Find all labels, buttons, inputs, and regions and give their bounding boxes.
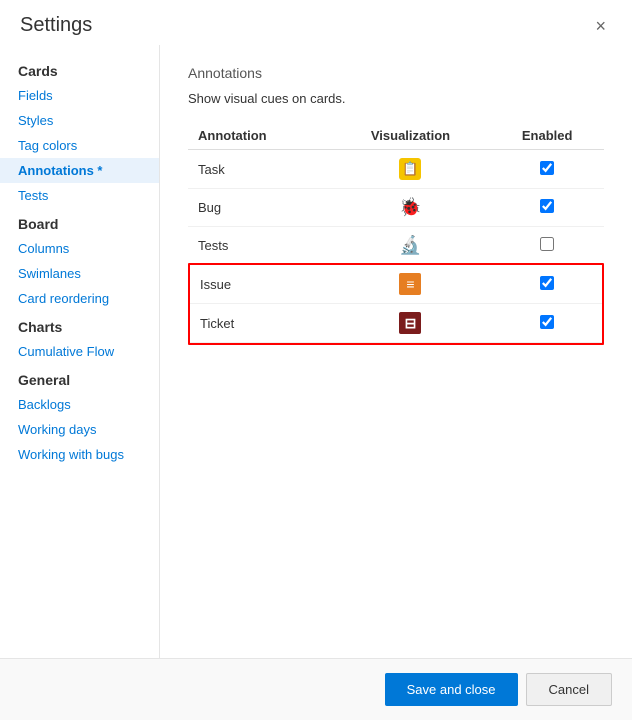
annotation-name: Bug [188,189,331,227]
annotation-visualization: 🔬 [331,227,491,265]
settings-dialog: Settings × Cards Fields Styles Tag color… [0,0,632,720]
table-header-row: Annotation Visualization Enabled [188,122,604,150]
ticket-icon: ⊟ [399,312,421,334]
table-row: Bug 🐞 [188,189,604,227]
sidebar-item-backlogs[interactable]: Backlogs [0,392,159,417]
sidebar-item-tag-colors[interactable]: Tag colors [0,133,159,158]
sidebar-item-annotations[interactable]: Annotations * [0,158,159,183]
sidebar-item-styles[interactable]: Styles [0,108,159,133]
annotation-enabled-cell [490,150,604,189]
sidebar-item-cumulative-flow[interactable]: Cumulative Flow [0,339,159,364]
dialog-footer: Save and close Cancel [0,658,632,720]
tests-enabled-checkbox[interactable] [540,237,554,251]
issue-icon: ≡ [399,273,421,295]
annotation-enabled-cell [490,227,604,265]
tests-icon: 🔬 [399,235,421,256]
bug-icon: 🐞 [399,197,421,218]
sidebar-section-charts: Charts [0,311,159,339]
main-content: Annotations Show visual cues on cards. A… [160,45,632,658]
annotation-visualization: ≡ [331,265,491,304]
col-annotation-header: Annotation [188,122,331,150]
sidebar-item-working-with-bugs[interactable]: Working with bugs [0,442,159,467]
sidebar-item-swimlanes[interactable]: Swimlanes [0,261,159,286]
table-row-highlighted: Ticket ⊟ [188,304,604,343]
bug-enabled-checkbox[interactable] [540,199,554,213]
annotations-table: Annotation Visualization Enabled Task 📋 [188,122,604,343]
annotation-enabled-cell [490,265,604,304]
cancel-button[interactable]: Cancel [526,673,612,706]
table-row-highlighted: Issue ≡ [188,265,604,304]
annotation-visualization: ⊟ [331,304,491,343]
annotation-name: Task [188,150,331,189]
save-and-close-button[interactable]: Save and close [385,673,518,706]
table-row: Task 📋 [188,150,604,189]
col-enabled-header: Enabled [490,122,604,150]
annotations-table-wrapper: Annotation Visualization Enabled Task 📋 [188,122,604,343]
dialog-header: Settings × [0,0,632,45]
task-enabled-checkbox[interactable] [540,161,554,175]
section-title: Annotations [188,65,604,81]
annotation-name: Ticket [188,304,331,343]
sidebar: Cards Fields Styles Tag colors Annotatio… [0,45,160,658]
sidebar-section-cards: Cards [0,55,159,83]
annotation-enabled-cell [490,304,604,343]
task-icon: 📋 [399,158,421,180]
sidebar-item-columns[interactable]: Columns [0,236,159,261]
annotation-visualization: 🐞 [331,189,491,227]
sidebar-section-general: General [0,364,159,392]
annotation-name: Tests [188,227,331,265]
annotation-name: Issue [188,265,331,304]
dialog-title: Settings [20,14,92,37]
sidebar-item-working-days[interactable]: Working days [0,417,159,442]
annotation-visualization: 📋 [331,150,491,189]
sidebar-item-card-reordering[interactable]: Card reordering [0,286,159,311]
section-subtitle: Show visual cues on cards. [188,91,604,106]
sidebar-item-fields[interactable]: Fields [0,83,159,108]
close-button[interactable]: × [589,15,612,37]
col-visualization-header: Visualization [331,122,491,150]
table-row: Tests 🔬 [188,227,604,265]
ticket-enabled-checkbox[interactable] [540,315,554,329]
sidebar-section-board: Board [0,208,159,236]
dialog-body: Cards Fields Styles Tag colors Annotatio… [0,45,632,658]
sidebar-item-tests[interactable]: Tests [0,183,159,208]
issue-enabled-checkbox[interactable] [540,276,554,290]
annotation-enabled-cell [490,189,604,227]
